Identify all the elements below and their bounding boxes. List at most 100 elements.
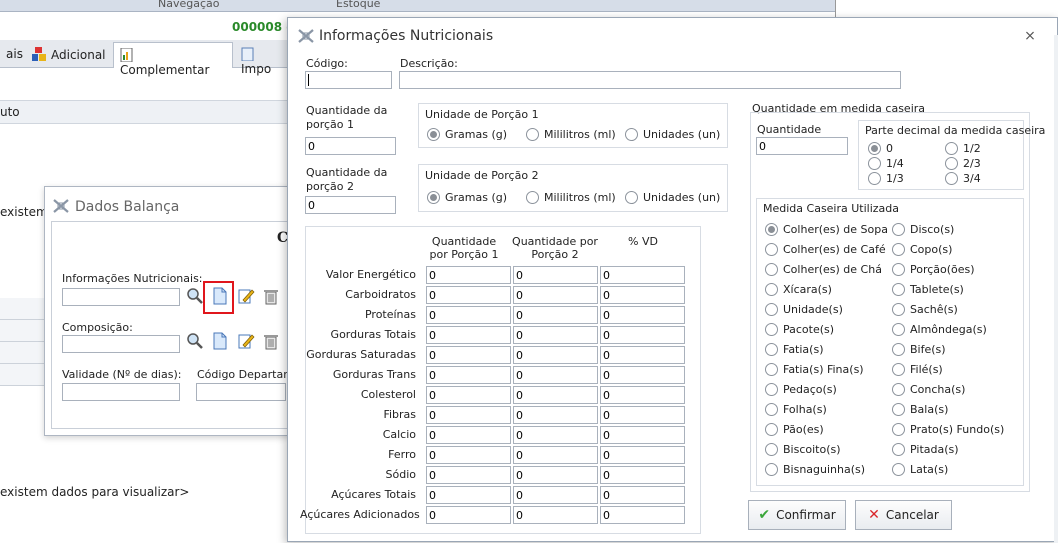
confirmar-button[interactable]: ✔ Confirmar bbox=[748, 500, 846, 530]
codigo-departamento-field[interactable] bbox=[196, 383, 286, 401]
nutrient-porcao1-input[interactable] bbox=[426, 386, 511, 404]
nutrient-vd-input[interactable] bbox=[600, 466, 685, 484]
radio-medida-option[interactable]: Tablete(s) bbox=[892, 283, 964, 296]
qtd-porcao2-input[interactable] bbox=[305, 196, 396, 214]
radio-medida-option[interactable]: Unidade(s) bbox=[765, 303, 843, 316]
radio-medida-option[interactable]: Prato(s) Fundo(s) bbox=[892, 423, 1004, 436]
radio-decimal-2-3[interactable]: 2/3 bbox=[945, 157, 981, 170]
radio-medida-option[interactable]: Porção(ões) bbox=[892, 263, 975, 276]
radio-decimal-3-4[interactable]: 3/4 bbox=[945, 172, 981, 185]
search-icon[interactable] bbox=[186, 332, 204, 350]
radio-gramas[interactable]: Gramas (g) bbox=[427, 128, 507, 141]
cancelar-button[interactable]: ✕ Cancelar bbox=[855, 500, 952, 530]
nutrient-vd-input[interactable] bbox=[600, 366, 685, 384]
nutrient-porcao1-input[interactable] bbox=[426, 486, 511, 504]
nutrient-vd-input[interactable] bbox=[600, 266, 685, 284]
nutrient-vd-input[interactable] bbox=[600, 426, 685, 444]
radio-medida-option[interactable]: Fatia(s) bbox=[765, 343, 823, 356]
nutrient-porcao1-input[interactable] bbox=[426, 306, 511, 324]
nutrient-vd-input[interactable] bbox=[600, 486, 685, 504]
nutrient-vd-input[interactable] bbox=[600, 306, 685, 324]
nutrient-porcao1-input[interactable] bbox=[426, 326, 511, 344]
nutrient-porcao1-input[interactable] bbox=[426, 346, 511, 364]
radio-medida-option[interactable]: Biscoito(s) bbox=[765, 443, 841, 456]
radio-medida-option[interactable]: Sachê(s) bbox=[892, 303, 958, 316]
nutrient-porcao2-input[interactable] bbox=[513, 446, 598, 464]
radio-medida-option[interactable]: Concha(s) bbox=[892, 383, 965, 396]
radio-medida-option[interactable]: Xícara(s) bbox=[765, 283, 832, 296]
nutrient-porcao1-input[interactable] bbox=[426, 426, 511, 444]
nutrient-porcao1-input[interactable] bbox=[426, 266, 511, 284]
radio-unidades[interactable]: Unidades (un) bbox=[625, 191, 720, 204]
nutrient-porcao2-input[interactable] bbox=[513, 326, 598, 344]
nutrient-vd-input[interactable] bbox=[600, 506, 685, 524]
radio-medida-option[interactable]: Pitada(s) bbox=[892, 443, 959, 456]
descricao-input[interactable] bbox=[399, 71, 901, 89]
radio-medida-option[interactable]: Colher(es) de Sopa bbox=[765, 223, 888, 236]
tab-impostos[interactable]: Impo bbox=[235, 42, 290, 76]
radio-medida-option[interactable]: Folha(s) bbox=[765, 403, 827, 416]
search-icon[interactable] bbox=[186, 287, 204, 305]
quantidade-input[interactable] bbox=[756, 137, 848, 155]
nutrient-porcao2-input[interactable] bbox=[513, 346, 598, 364]
composicao-field[interactable] bbox=[62, 335, 180, 353]
nutrient-porcao1-input[interactable] bbox=[426, 446, 511, 464]
nutrient-vd-input[interactable] bbox=[600, 446, 685, 464]
radio-medida-option[interactable]: Filé(s) bbox=[892, 363, 943, 376]
nutrient-vd-input[interactable] bbox=[600, 326, 685, 344]
nutrient-porcao2-input[interactable] bbox=[513, 306, 598, 324]
radio-medida-option[interactable]: Fatia(s) Fina(s) bbox=[765, 363, 864, 376]
radio-medida-option[interactable]: Copo(s) bbox=[892, 243, 952, 256]
edit-icon[interactable] bbox=[237, 332, 255, 350]
nutrient-vd-input[interactable] bbox=[600, 406, 685, 424]
nutrient-porcao2-input[interactable] bbox=[513, 466, 598, 484]
radio-decimal-1-4[interactable]: 1/4 bbox=[868, 157, 904, 170]
radio-medida-option[interactable]: Bala(s) bbox=[892, 403, 948, 416]
edit-icon[interactable] bbox=[237, 287, 255, 305]
radio-medida-option[interactable]: Disco(s) bbox=[892, 223, 954, 236]
radio-medida-option[interactable]: Pão(es) bbox=[765, 423, 824, 436]
radio-decimal-1-3[interactable]: 1/3 bbox=[868, 172, 904, 185]
trash-icon[interactable] bbox=[262, 332, 280, 350]
nutrient-vd-input[interactable] bbox=[600, 286, 685, 304]
radio-gramas[interactable]: Gramas (g) bbox=[427, 191, 507, 204]
nutrient-porcao2-input[interactable] bbox=[513, 406, 598, 424]
nutrient-porcao2-input[interactable] bbox=[513, 506, 598, 524]
tab-partial[interactable]: ais bbox=[0, 42, 29, 68]
nutrient-vd-input[interactable] bbox=[600, 386, 685, 404]
radio-medida-option[interactable]: Pacote(s) bbox=[765, 323, 834, 336]
nutrient-porcao2-input[interactable] bbox=[513, 386, 598, 404]
codigo-input[interactable] bbox=[305, 71, 392, 89]
radio-medida-option[interactable]: Bisnaguinha(s) bbox=[765, 463, 865, 476]
nutrient-porcao1-input[interactable] bbox=[426, 406, 511, 424]
nutrient-porcao1-input[interactable] bbox=[426, 466, 511, 484]
info-nutricionais-field[interactable] bbox=[62, 288, 180, 306]
tab-complementar[interactable]: Complementar bbox=[113, 42, 233, 77]
nutrient-porcao2-input[interactable] bbox=[513, 486, 598, 504]
nutrient-porcao2-input[interactable] bbox=[513, 266, 598, 284]
radio-mililitros[interactable]: Mililitros (ml) bbox=[526, 191, 616, 204]
radio-medida-option[interactable]: Bife(s) bbox=[892, 343, 946, 356]
tab-adicional[interactable]: Adicional bbox=[26, 42, 112, 68]
nutrient-porcao1-input[interactable] bbox=[426, 286, 511, 304]
validade-field[interactable] bbox=[62, 383, 180, 401]
radio-mililitros[interactable]: Mililitros (ml) bbox=[526, 128, 616, 141]
radio-medida-option[interactable]: Colher(es) de Café bbox=[765, 243, 886, 256]
radio-medida-option[interactable]: Colher(es) de Chá bbox=[765, 263, 882, 276]
radio-medida-option[interactable]: Almôndega(s) bbox=[892, 323, 987, 336]
trash-icon[interactable] bbox=[262, 287, 280, 305]
nav-navegacao[interactable]: Navegação bbox=[158, 0, 220, 10]
radio-decimal-0[interactable]: 0 bbox=[868, 142, 893, 155]
nutrient-porcao1-input[interactable] bbox=[426, 366, 511, 384]
radio-medida-option[interactable]: Pedaço(s) bbox=[765, 383, 837, 396]
qtd-porcao1-input[interactable] bbox=[305, 137, 396, 155]
nutrient-porcao2-input[interactable] bbox=[513, 366, 598, 384]
radio-unidades[interactable]: Unidades (un) bbox=[625, 128, 720, 141]
new-document-icon[interactable] bbox=[211, 332, 229, 350]
radio-decimal-1-2[interactable]: 1/2 bbox=[945, 142, 981, 155]
close-icon[interactable]: ⨯ bbox=[1022, 28, 1038, 44]
nutrient-porcao2-input[interactable] bbox=[513, 286, 598, 304]
nutrient-porcao1-input[interactable] bbox=[426, 506, 511, 524]
radio-medida-option[interactable]: Lata(s) bbox=[892, 463, 948, 476]
nav-estoque[interactable]: Estoque bbox=[336, 0, 380, 10]
